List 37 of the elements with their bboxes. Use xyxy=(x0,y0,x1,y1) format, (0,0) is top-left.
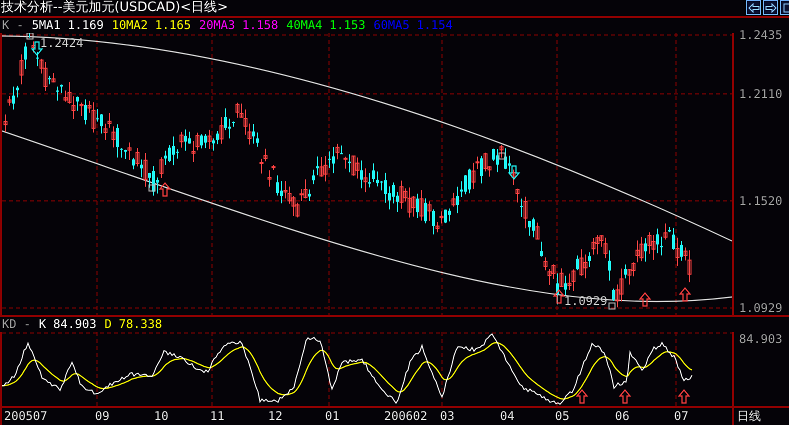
ma-label: 10MA2 xyxy=(112,18,148,33)
ma-value: 1.165 xyxy=(154,18,191,33)
time-axis-label: 11 xyxy=(210,408,224,425)
price-axis-label: 1.2110 xyxy=(739,86,782,101)
kd-value: 84.903 xyxy=(53,317,96,332)
price-axis-label: 1.2435 xyxy=(739,28,782,42)
high-price-label: 1.2424 xyxy=(40,37,84,50)
ma-label: 60MA5 xyxy=(373,18,410,33)
time-axis-label: 06 xyxy=(615,408,630,425)
ma-label: 20MA3 xyxy=(198,18,236,33)
time-axis-label: 12 xyxy=(268,408,282,425)
kd-label: D xyxy=(104,317,112,332)
period-label: 日线 xyxy=(736,408,762,425)
time-axis-label: 200602 xyxy=(384,408,428,425)
price-axis-label: 1.1520 xyxy=(739,194,782,208)
ma-label: 40MA4 xyxy=(286,18,322,33)
ma-value: 1.154 xyxy=(416,18,453,33)
time-axis-label: 05 xyxy=(555,408,570,425)
kd-value: 78.338 xyxy=(118,317,162,332)
ma-value: 1.158 xyxy=(242,18,278,33)
kd-label: K xyxy=(38,317,46,332)
low-price-label: 1.0929 xyxy=(564,295,608,308)
indicator-name: K - xyxy=(2,18,24,33)
window-title: 技术分析--美元加元(USDCAD)<日线> xyxy=(0,0,228,16)
time-axis-label: 03 xyxy=(440,408,454,425)
kd-axis-label: 84.903 xyxy=(739,332,782,346)
time-axis-label: 04 xyxy=(500,408,514,425)
price-axis-label: 1.0929 xyxy=(739,301,782,315)
time-axis-label: 01 xyxy=(325,408,340,425)
time-axis-label: 07 xyxy=(674,408,688,425)
indicator-name: KD - xyxy=(2,317,31,332)
time-axis-label: 200507 xyxy=(4,408,48,425)
time-axis-label: 10 xyxy=(154,408,168,425)
ma-value: 1.169 xyxy=(68,18,104,33)
ma-label: 5MA1 xyxy=(32,18,61,33)
ma-value: 1.153 xyxy=(329,18,366,33)
time-axis-label: 09 xyxy=(95,408,110,425)
